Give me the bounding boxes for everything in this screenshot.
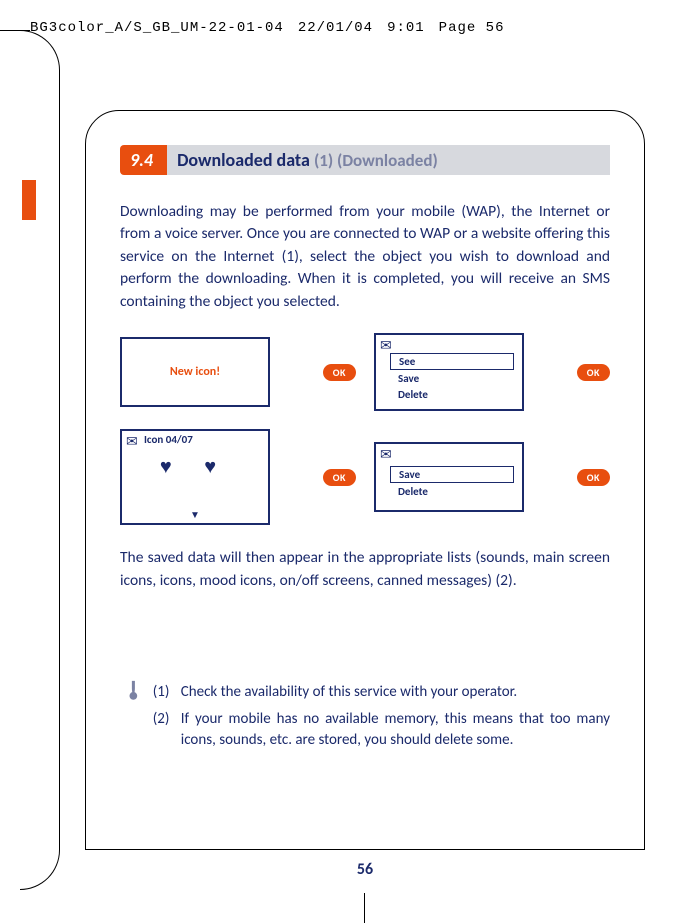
print-header: BG3color_A/S_GB_UM-22-01-04 22/01/04 9:0… bbox=[30, 20, 656, 36]
section-subtitle: (1) (Downloaded) bbox=[314, 150, 438, 171]
icon-row: ♥ ♥ bbox=[122, 455, 268, 479]
icon-counter: Icon 04/07 bbox=[144, 433, 193, 446]
footnote-1: (1) Check the availability of this servi… bbox=[153, 682, 610, 703]
screen-icon-browser: ✉ Icon 04/07 ♥ ♥ ▼ bbox=[120, 429, 270, 525]
menu-item-save[interactable]: Save bbox=[390, 466, 514, 483]
menu-item-save[interactable]: Save bbox=[394, 371, 514, 386]
footnote-2: (2) If your mobile has no available memo… bbox=[153, 709, 610, 751]
menu-list: Save Delete bbox=[394, 466, 514, 499]
section-title: Downloaded data (1) (Downloaded) bbox=[167, 145, 610, 175]
message-icon: ✉ bbox=[380, 337, 392, 354]
footnote-number: (1) bbox=[153, 682, 181, 703]
intro-paragraph: Downloading may be performed from your m… bbox=[120, 201, 610, 313]
crop-mark bbox=[364, 893, 365, 923]
footnote-number: (2) bbox=[153, 709, 181, 751]
header-page: Page 56 bbox=[439, 20, 505, 36]
menu-item-delete[interactable]: Delete bbox=[394, 484, 514, 499]
exclamation-icon: !• bbox=[128, 684, 139, 757]
down-arrow-icon: ▼ bbox=[190, 508, 200, 521]
ok-button[interactable]: OK bbox=[577, 364, 610, 381]
ok-button[interactable]: OK bbox=[323, 469, 356, 486]
menu-item-see[interactable]: See bbox=[390, 353, 514, 370]
color-tab bbox=[22, 180, 36, 220]
footnote-text: If your mobile has no available memory, … bbox=[181, 709, 610, 751]
header-date: 22/01/04 bbox=[298, 20, 373, 36]
section-number: 9.4 bbox=[120, 145, 167, 175]
ok-button[interactable]: OK bbox=[323, 364, 356, 381]
page-number: 56 bbox=[357, 860, 373, 879]
ok-button[interactable]: OK bbox=[577, 469, 610, 486]
tab-edge bbox=[20, 30, 60, 890]
page-frame: 9.4 Downloaded data (1) (Downloaded) Dow… bbox=[85, 110, 645, 850]
menu-list: See Save Delete bbox=[394, 353, 514, 402]
footnotes: !• (1) Check the availability of this se… bbox=[128, 682, 610, 757]
paragraph-saved-data: The saved data will then appear in the a… bbox=[120, 547, 610, 592]
screen-menu-see: ✉ See Save Delete bbox=[374, 333, 524, 411]
screen-menu-save: ✉ Save Delete bbox=[374, 442, 524, 512]
footnote-list: (1) Check the availability of this servi… bbox=[153, 682, 610, 757]
message-icon: ✉ bbox=[126, 433, 138, 450]
header-file: BG3color_A/S_GB_UM-22-01-04 bbox=[30, 20, 284, 36]
screen-new-icon: New icon! bbox=[120, 337, 270, 407]
section-title-main: Downloaded data bbox=[177, 149, 310, 171]
section-header: 9.4 Downloaded data (1) (Downloaded) bbox=[120, 145, 610, 175]
footnote-text: Check the availability of this service w… bbox=[181, 682, 610, 703]
header-time: 9:01 bbox=[387, 20, 425, 36]
menu-item-delete[interactable]: Delete bbox=[394, 387, 514, 402]
new-icon-label: New icon! bbox=[170, 365, 220, 379]
screens-grid: New icon! OK ✉ See Save Delete OK ✉ Icon… bbox=[120, 333, 610, 525]
message-icon: ✉ bbox=[380, 446, 392, 463]
